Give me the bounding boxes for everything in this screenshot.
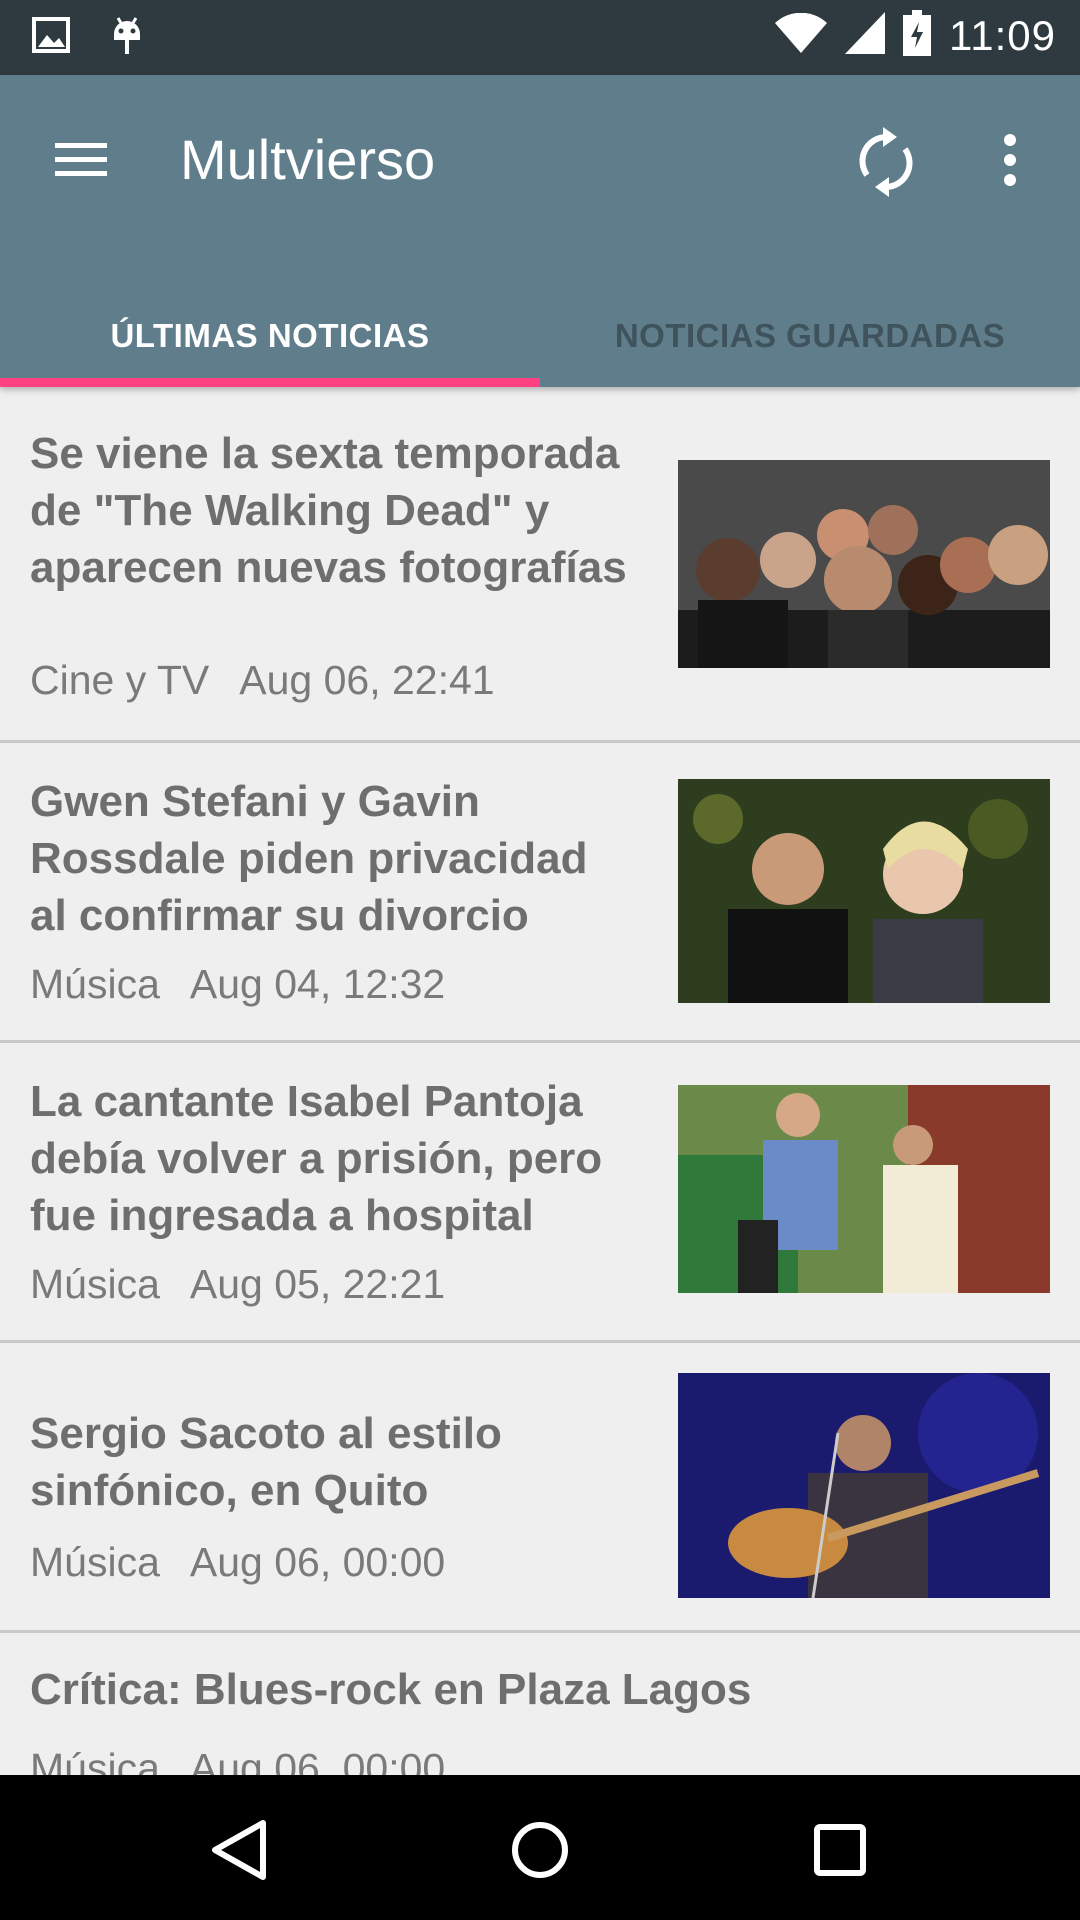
refresh-icon[interactable]	[855, 127, 925, 207]
tab-latest-news[interactable]: ÚLTIMAS NOTICIAS	[0, 285, 540, 387]
article-title: La cantante Isabel Pantoja debía volver …	[30, 1077, 603, 1240]
navigation-bar	[0, 1775, 1080, 1920]
article-meta: Cine y TV Aug 06, 22:41	[30, 657, 495, 704]
wifi-icon	[775, 12, 827, 58]
article-date: Aug 05, 22:21	[189, 1261, 446, 1307]
article-date: Aug 04, 12:32	[189, 961, 446, 1007]
article-meta: Música Aug 06, 00:00	[30, 1539, 445, 1586]
article-thumbnail	[678, 1373, 1050, 1598]
signal-icon	[845, 12, 885, 59]
article-title: Sergio Sacoto al estilo sinfónico, en Qu…	[30, 1409, 502, 1515]
back-icon[interactable]	[195, 1805, 285, 1895]
tab-saved-news[interactable]: NOTICIAS GUARDADAS	[540, 285, 1080, 387]
clock: 11:09	[949, 11, 1056, 59]
article-title: Se viene la sexta temporada de "The Walk…	[30, 429, 627, 592]
list-item[interactable]: Gwen Stefani y Gavin Rossdale piden priv…	[0, 743, 1080, 1043]
battery-icon	[903, 10, 931, 61]
article-date: Aug 06, 22:41	[239, 657, 495, 703]
article-meta: Música Aug 04, 12:32	[30, 961, 445, 1008]
menu-icon[interactable]	[50, 135, 120, 205]
home-icon[interactable]	[495, 1805, 585, 1895]
android-icon	[110, 14, 144, 61]
article-category: Cine y TV	[30, 657, 210, 703]
article-meta: Música Aug 05, 22:21	[30, 1261, 445, 1308]
article-thumbnail	[678, 1085, 1050, 1293]
list-item[interactable]: La cantante Isabel Pantoja debía volver …	[0, 1043, 1080, 1343]
list-item[interactable]: Se viene la sexta temporada de "The Walk…	[0, 387, 1080, 743]
status-bar: 11:09	[0, 0, 1080, 75]
article-title: Crítica: Blues-rock en Plaza Lagos	[30, 1665, 752, 1714]
article-category: Música	[30, 1261, 160, 1307]
app-title: Multvierso	[180, 128, 436, 191]
more-vert-icon[interactable]	[990, 130, 1040, 210]
list-item[interactable]: Sergio Sacoto al estilo sinfónico, en Qu…	[0, 1343, 1080, 1633]
article-thumbnail	[678, 460, 1050, 668]
article-date: Aug 06, 00:00	[189, 1539, 446, 1585]
app-bar: Multvierso ÚLTIMAS NOTICIAS NOTICIAS GUA…	[0, 75, 1080, 387]
article-title: Gwen Stefani y Gavin Rossdale piden priv…	[30, 777, 588, 940]
article-category: Música	[30, 1539, 160, 1585]
image-icon	[32, 17, 70, 58]
tab-indicator	[0, 378, 540, 387]
recents-icon[interactable]	[795, 1805, 885, 1895]
article-thumbnail	[678, 779, 1050, 1003]
article-category: Música	[30, 961, 160, 1007]
